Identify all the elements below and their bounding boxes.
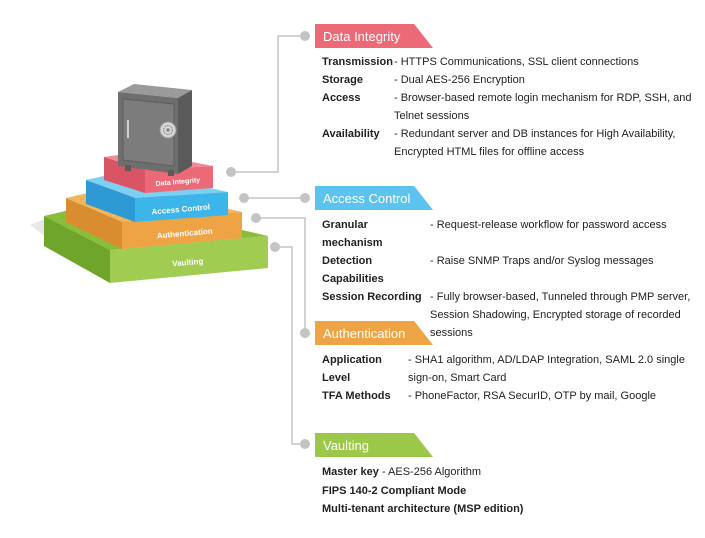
connector-dot <box>300 31 310 41</box>
section-body-authentication: Application Level - SHA1 algorithm, AD/LD… <box>322 351 692 405</box>
detail-key: Transmission <box>322 56 393 68</box>
security-pyramid: Vaulting Authentication Access Control D… <box>30 84 268 283</box>
detail-row: TFA Methods - PhoneFactor, RSA SecurID, O… <box>322 387 692 405</box>
section-body-data-integrity: Transmission - HTTPS Communications, SSL … <box>322 53 692 161</box>
detail-value: - Redundant server and DB instances for … <box>394 128 676 158</box>
detail-row: Application Level - SHA1 algorithm, AD/LD… <box>322 351 692 387</box>
detail-value: - Request-release workflow for password … <box>430 219 667 231</box>
detail-key: FIPS 140-2 Compliant Mode <box>322 484 467 497</box>
section-title: Data Integrity <box>323 28 401 44</box>
connector-dot <box>300 439 310 449</box>
section-title: Authentication <box>323 325 406 341</box>
detail-key: Availability <box>322 128 380 140</box>
detail-line: Master key - AES-256 Algorithm <box>322 463 692 482</box>
section-title: Access Control <box>323 190 411 206</box>
detail-value: - AES-256 Algorithm <box>378 466 481 478</box>
detail-key: Granular mechanism <box>322 219 383 249</box>
section-header-data-integrity: Data Integrity <box>315 24 433 48</box>
detail-row: Transmission - HTTPS Communications, SSL … <box>322 53 692 71</box>
detail-row: Detection Capabilities - Raise SNMP Traps… <box>322 252 692 288</box>
detail-line: Multi-tenant architecture (MSP edition) <box>322 500 692 519</box>
detail-row: Storage - Dual AES-256 Encryption <box>322 71 692 89</box>
safe-icon <box>118 84 192 176</box>
detail-key: Application Level <box>322 354 382 384</box>
detail-key: Multi-tenant architecture (MSP edition) <box>322 503 524 515</box>
section-header-authentication: Authentication <box>315 321 433 345</box>
detail-value: - Browser-based remote login mechanism f… <box>394 92 692 122</box>
detail-line: FIPS 140-2 Compliant Mode <box>322 482 692 501</box>
detail-value: - Dual AES-256 Encryption <box>394 74 525 86</box>
detail-row: Availability - Redundant server and DB in… <box>322 125 692 161</box>
section-header-access-control: Access Control <box>315 186 433 210</box>
detail-value: - PhoneFactor, RSA SecurID, OTP by mail,… <box>408 390 657 402</box>
detail-value: - Fully browser-based, Tunneled through … <box>430 291 691 339</box>
detail-key: Master key <box>322 466 379 478</box>
detail-row: Granular mechanism - Request-release work… <box>322 216 692 252</box>
detail-key: Access <box>322 92 361 104</box>
section-body-vaulting: Master key - AES-256 Algorithm FIPS 140-… <box>322 463 692 519</box>
connector-dot <box>300 193 310 203</box>
detail-key: Storage <box>322 74 363 86</box>
detail-value: - HTTPS Communications, SSL client conne… <box>394 56 639 68</box>
detail-row: Access - Browser-based remote login mecha… <box>322 89 692 125</box>
detail-value: - Raise SNMP Traps and/or Syslog message… <box>430 255 654 267</box>
detail-key: Detection Capabilities <box>322 255 384 285</box>
detail-key: TFA Methods <box>322 390 391 402</box>
section-title: Vaulting <box>323 437 370 453</box>
section-header-vaulting: Vaulting <box>315 433 433 457</box>
detail-value: - SHA1 algorithm, AD/LDAP Integration, S… <box>408 354 685 384</box>
connector-dot <box>300 328 310 338</box>
